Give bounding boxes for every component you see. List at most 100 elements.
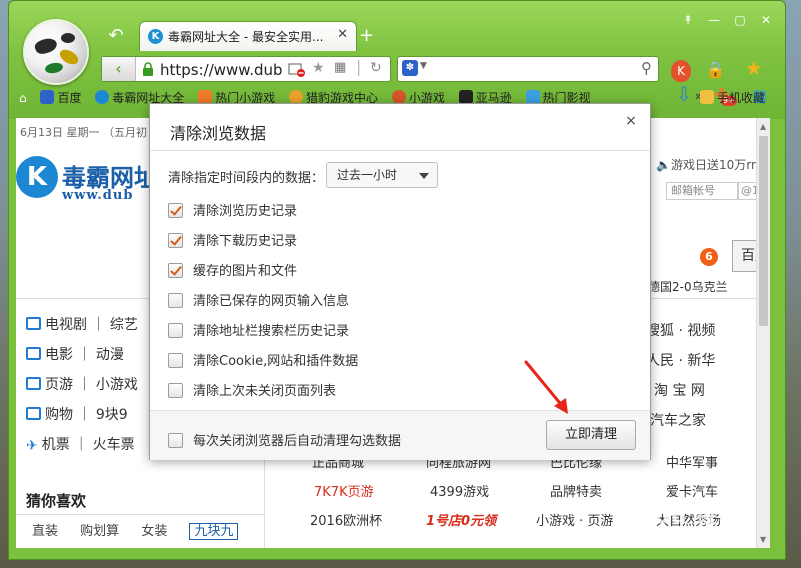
option-form-data[interactable]: 清除已保存的网页输入信息 (168, 290, 349, 310)
site-link[interactable]: 2016欧洲杯 (310, 510, 382, 529)
bookmark-folder-mobile[interactable]: 手机收藏 (699, 89, 765, 106)
pin-icon[interactable]: ↟ (677, 13, 699, 27)
plane-icon: ✈ (26, 438, 38, 454)
tab-close-icon[interactable]: ✕ (337, 27, 348, 42)
category-item[interactable]: 页游 ｜ 小游戏 (26, 374, 138, 404)
blocked-icon[interactable] (288, 62, 306, 78)
bookmark-baidu[interactable]: 百度 (40, 89, 81, 106)
option-label: 清除浏览历史记录 (193, 204, 298, 219)
shield-icon[interactable]: K (671, 60, 691, 82)
category-item[interactable]: 电影 ｜ 动漫 (26, 344, 138, 374)
tab-active[interactable]: K 毒霸网址大全 - 最安全实用... ✕ (139, 21, 357, 51)
guess-title: 猜你喜欢 (26, 492, 87, 510)
category-label: 电视剧 ｜ 综艺 (45, 317, 138, 333)
scroll-up-icon[interactable]: ▲ (760, 122, 766, 131)
search-engine-dropdown-icon[interactable]: ▼ (420, 61, 427, 71)
time-range-select[interactable]: 过去一小时 (326, 162, 438, 188)
auto-clear-option[interactable]: 每次关闭浏览器后自动清理勾选数据 (168, 430, 401, 450)
close-window-button[interactable]: ✕ (755, 13, 777, 27)
checkbox[interactable] (168, 293, 183, 308)
site-link[interactable]: 7K7K页游 (314, 481, 374, 500)
category-label: 电影 ｜ 动漫 (45, 347, 124, 363)
checkbox[interactable] (168, 233, 183, 248)
auto-clear-label: 每次关闭浏览器后自动清理勾选数据 (193, 434, 402, 449)
lock-icon (143, 62, 153, 76)
home-icon[interactable]: ⌂ (19, 91, 27, 105)
right-link-column: 搜狐 · 视频 人民 · 新华 淘 宝 网 汽车之家 (646, 320, 715, 440)
chevron-down-icon (419, 173, 429, 179)
category-item[interactable]: 电视剧 ｜ 综艺 (26, 314, 138, 344)
scroll-down-icon[interactable]: ▼ (760, 535, 766, 544)
site-link[interactable]: 搜狐 · 视频 (646, 320, 715, 350)
option-browsing-history[interactable]: 清除浏览历史记录 (168, 200, 297, 220)
maximize-button[interactable]: ▢ (729, 13, 751, 27)
site-link[interactable]: 4399游戏 (430, 481, 489, 500)
qr-code-icon[interactable]: ▦ (334, 60, 346, 75)
speaker-icon: 🔈 (656, 158, 671, 172)
checkbox[interactable] (168, 353, 183, 368)
close-icon[interactable]: × (622, 112, 640, 130)
bookmark-label: 百度 (57, 91, 82, 105)
guess-tab-active[interactable]: 九块九 (189, 523, 239, 540)
dialog-divider (150, 150, 650, 151)
checkbox[interactable] (168, 433, 183, 448)
category-item[interactable]: 购物 ｜ 9块9 (26, 404, 138, 434)
url-text[interactable]: https://www.dub (160, 61, 283, 79)
site-link[interactable]: 品牌特卖 (550, 481, 602, 500)
game-promo[interactable]: 🔈游戏日送10万rr (656, 156, 756, 173)
refresh-icon[interactable]: ↻ (370, 60, 382, 76)
checkbox[interactable] (168, 203, 183, 218)
clear-now-button[interactable]: 立即清理 (546, 420, 636, 450)
amazon-icon (458, 90, 473, 104)
lock-toolbar-icon[interactable]: 🔒 (703, 58, 729, 82)
time-range-label: 清除指定时间段内的数据： (168, 171, 325, 186)
gamepad-icon (26, 377, 41, 390)
guess-tab[interactable]: 直装 (32, 524, 58, 539)
guess-tab[interactable]: 女装 (141, 524, 167, 539)
news-headline[interactable]: 德国2-0乌克兰 (648, 278, 728, 295)
browser-logo-icon[interactable] (23, 19, 89, 85)
film-icon (26, 347, 41, 360)
site-link[interactable]: 中华军事 (666, 452, 718, 471)
search-input[interactable] (432, 60, 622, 78)
new-tab-button[interactable]: + (359, 27, 374, 45)
site-link[interactable]: 人民 · 新华 (646, 350, 715, 380)
undo-close-tab-icon[interactable]: ↶ (105, 25, 127, 47)
folder-icon (699, 90, 714, 104)
date-text: 6月13日 星期一 （五月初 (20, 126, 147, 139)
back-arrow-icon[interactable]: ‹ (102, 57, 136, 81)
baidu-paw-icon[interactable]: ✽ (402, 60, 418, 76)
search-icon[interactable]: ⚲ (641, 59, 652, 77)
site-link[interactable]: 1号店0元领 (426, 510, 496, 529)
search-bar[interactable]: ✽ ▼ ⚲ (397, 56, 659, 82)
guess-tabs: 直装 购划算 女装 九块九 (32, 520, 256, 540)
category-item[interactable]: ✈ 机票 ｜ 火车票 (26, 434, 138, 464)
option-download-history[interactable]: 清除下载历史记录 (168, 230, 297, 250)
favorite-star-icon[interactable]: ★ (741, 56, 767, 80)
divider-icon: | (356, 57, 362, 76)
option-address-search-history[interactable]: 清除地址栏搜索栏历史记录 (168, 320, 349, 340)
cart-icon (26, 407, 41, 420)
game-icon (198, 90, 213, 104)
option-unclosed-pages[interactable]: 清除上次未关闭页面列表 (168, 380, 336, 400)
address-bar[interactable]: ‹ https://www.dub ★ ▦ | ↻ (101, 56, 391, 82)
checkbox[interactable] (168, 383, 183, 398)
annotation-arrow-icon (524, 360, 568, 414)
video-icon (525, 90, 540, 104)
page-scrollbar[interactable]: ▲ ▼ (756, 118, 770, 548)
star-bookmark-icon[interactable]: ★ (312, 60, 325, 76)
checkbox[interactable] (168, 323, 183, 338)
checkbox[interactable] (168, 263, 183, 278)
cheetah-icon (288, 90, 303, 104)
site-link[interactable]: 小游戏 · 页游 (536, 510, 613, 529)
minimize-button[interactable]: — (703, 13, 725, 27)
option-cached-images[interactable]: 缓存的图片和文件 (168, 260, 297, 280)
mailbox-input[interactable]: 邮箱帐号 (666, 182, 738, 200)
browser-chrome: ↶ K 毒霸网址大全 - 最安全实用... ✕ + ↟ — ▢ ✕ ‹ http… (9, 1, 785, 119)
navigation-row: ‹ https://www.dub ★ ▦ | ↻ ✽ ▼ ⚲ K 🔒 ★ ⇩ … (97, 56, 787, 106)
option-cookies[interactable]: 清除Cookie,网站和插件数据 (168, 350, 358, 370)
site-link[interactable]: 淘 宝 网 (646, 380, 715, 410)
scrollbar-thumb[interactable] (759, 136, 768, 326)
site-link[interactable]: 汽车之家 (646, 410, 715, 440)
guess-tab[interactable]: 购划算 (80, 524, 119, 539)
